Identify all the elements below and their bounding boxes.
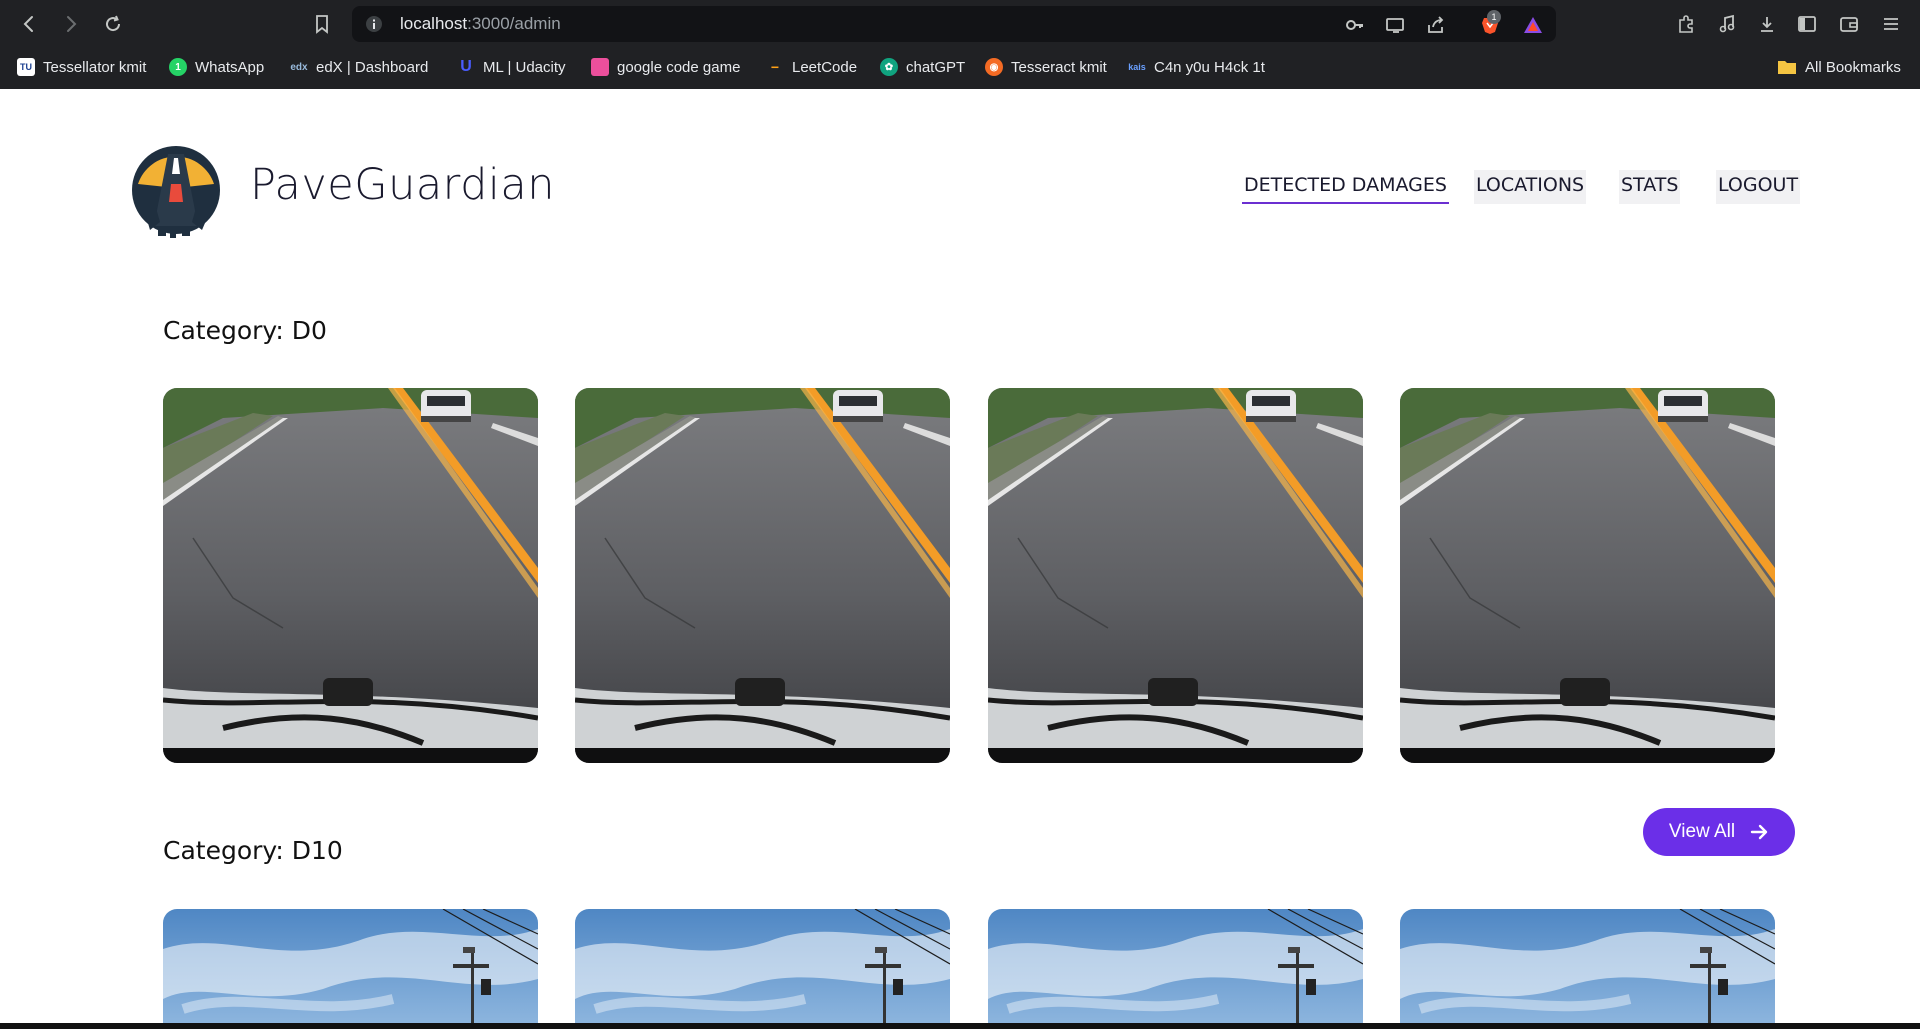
bookmark-label: Tessellator kmit <box>43 58 147 76</box>
nav-stats[interactable]: STATS <box>1619 170 1681 204</box>
paveguardian-logo <box>132 146 220 238</box>
nav-locations[interactable]: LOCATIONS <box>1474 170 1587 204</box>
folder-icon <box>1778 61 1796 74</box>
bookmark-icon <box>316 15 328 34</box>
share-icon <box>1428 16 1444 33</box>
road-damage-image <box>1400 388 1775 763</box>
damage-image-card[interactable] <box>163 909 538 1029</box>
kmit-favicon-icon: kais <box>1128 62 1146 72</box>
bookmark-google-code-game[interactable]: google code game <box>591 56 740 78</box>
road-damage-image <box>988 388 1363 763</box>
bookmark-tesseract[interactable]: ◉ Tesseract kmit <box>985 56 1107 78</box>
damage-image-card[interactable] <box>988 388 1363 763</box>
damage-image-card[interactable] <box>1400 388 1775 763</box>
all-bookmarks-folder[interactable]: All Bookmarks <box>1777 56 1901 78</box>
extensions-button[interactable] <box>1672 10 1700 38</box>
bookmark-edx[interactable]: edx edX | Dashboard <box>290 56 428 78</box>
forward-button[interactable] <box>57 10 85 38</box>
password-key-button[interactable] <box>1344 14 1366 36</box>
bookmark-label: chatGPT <box>906 58 966 76</box>
url-text[interactable]: localhost:3000/admin <box>400 14 561 34</box>
cast-button[interactable] <box>1384 14 1406 36</box>
music-note-icon <box>1719 14 1735 33</box>
bookmark-label: edX | Dashboard <box>316 58 429 76</box>
bookmark-chatgpt[interactable]: ✿ chatGPT <box>880 56 965 78</box>
bookmark-label: WhatsApp <box>195 58 265 76</box>
menu-button[interactable] <box>1877 10 1905 38</box>
bookmark-tessellator[interactable]: TU Tessellator kmit <box>17 56 146 78</box>
media-button[interactable] <box>1713 10 1741 38</box>
brand-name[interactable]: PaveGuardian <box>250 160 555 210</box>
url-host: localhost <box>400 14 468 33</box>
udacity-favicon-icon: U <box>460 58 472 75</box>
nav-detected-damages[interactable]: DETECTED DAMAGES <box>1242 170 1449 204</box>
road-damage-image <box>575 909 950 1029</box>
back-arrow-icon <box>23 16 33 32</box>
download-icon <box>1761 17 1773 32</box>
extension-badge: 1 <box>1487 10 1501 24</box>
wallet-button[interactable] <box>1835 10 1863 38</box>
reload-button[interactable] <box>99 10 127 38</box>
bookmark-whatsapp[interactable]: 1 WhatsApp <box>169 56 264 78</box>
road-damage-image <box>988 909 1363 1029</box>
damage-image-card[interactable] <box>163 388 538 763</box>
leetcode-favicon-icon: − <box>770 59 780 75</box>
category-title: Category: D10 <box>163 836 343 865</box>
cast-icon <box>1386 18 1404 33</box>
wallet-icon <box>1840 17 1858 32</box>
key-icon <box>1346 20 1363 30</box>
view-all-label: View All <box>1668 821 1736 842</box>
damage-image-card[interactable] <box>1400 909 1775 1029</box>
pink-square-favicon-icon <box>591 58 609 76</box>
tesseract-favicon-icon: ◉ <box>985 58 1003 76</box>
road-damage-image <box>1400 909 1775 1029</box>
bookmark-page-button[interactable] <box>308 10 336 38</box>
rewards-triangle-icon <box>1524 17 1542 33</box>
browser-chrome: localhost:3000/admin 1 TU Tessellator km… <box>0 0 1920 89</box>
view-all-button[interactable]: View All <box>1643 808 1795 856</box>
forward-arrow-icon <box>67 16 77 32</box>
browser-toolbar: localhost:3000/admin 1 <box>0 0 1920 48</box>
edx-favicon-icon: edx <box>290 61 308 73</box>
bookmark-udacity[interactable]: U ML | Udacity <box>457 56 566 78</box>
road-damage-image <box>163 909 538 1029</box>
downloads-button[interactable] <box>1753 10 1781 38</box>
bookmarks-bar: TU Tessellator kmit 1 WhatsApp edx edX |… <box>0 51 1920 83</box>
chatgpt-favicon-icon: ✿ <box>880 58 898 76</box>
bottom-edge <box>0 1023 1920 1029</box>
all-bookmarks-label: All Bookmarks <box>1805 58 1901 76</box>
reload-icon <box>106 15 121 32</box>
sidebar-button[interactable] <box>1793 10 1821 38</box>
bookmark-label: ML | Udacity <box>483 58 566 76</box>
puzzle-icon <box>1679 15 1693 33</box>
damage-image-card[interactable] <box>575 388 950 763</box>
bookmark-leetcode[interactable]: − LeetCode <box>766 56 857 78</box>
road-damage-image <box>163 388 538 763</box>
whatsapp-favicon-icon: 1 <box>169 58 187 76</box>
sidebar-icon <box>1798 16 1816 32</box>
damage-image-card[interactable] <box>988 909 1363 1029</box>
share-button[interactable] <box>1425 14 1447 36</box>
bookmark-label: Tesseract kmit <box>1011 58 1107 76</box>
tu-favicon-icon: TU <box>17 58 35 76</box>
road-damage-image <box>575 388 950 763</box>
damage-image-card[interactable] <box>575 909 950 1029</box>
bookmark-label: google code game <box>617 58 741 76</box>
bookmark-label: LeetCode <box>792 58 858 76</box>
category-title: Category: D0 <box>163 316 327 345</box>
hamburger-menu-icon <box>1884 18 1898 30</box>
nav-logout[interactable]: LOGOUT <box>1716 170 1801 204</box>
brave-rewards-button[interactable] <box>1522 14 1544 36</box>
bookmark-label: C4n y0u H4ck 1t <box>1154 58 1265 76</box>
address-bar[interactable]: localhost:3000/admin <box>352 6 1556 42</box>
site-info-icon[interactable] <box>364 14 384 34</box>
url-path: :3000/admin <box>467 14 561 33</box>
bookmark-c4n-y0u-h4ck[interactable]: kais C4n y0u H4ck 1t <box>1128 56 1265 78</box>
back-button[interactable] <box>15 10 43 38</box>
arrow-right-icon <box>1750 824 1768 840</box>
